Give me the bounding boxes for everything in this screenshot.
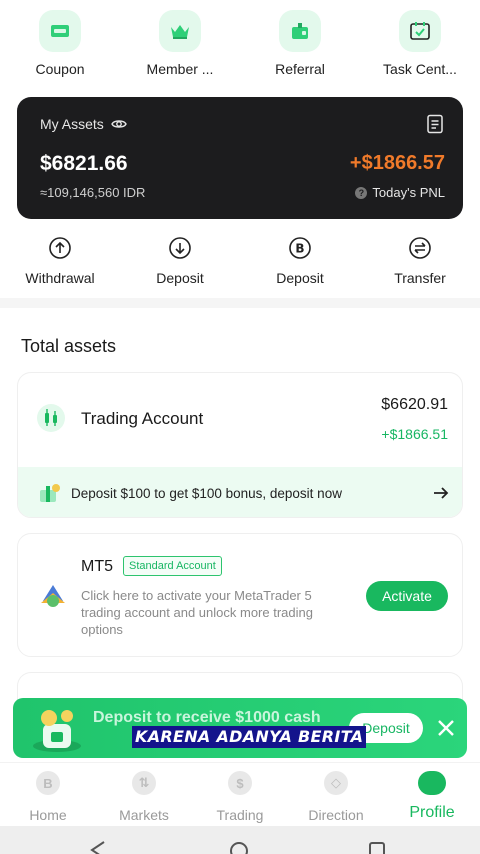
transfer-icon <box>408 236 432 260</box>
records-icon[interactable] <box>426 114 444 134</box>
candlestick-icon <box>37 404 65 432</box>
nav-label: Direction <box>308 807 364 823</box>
transfer-button[interactable]: Transfer <box>360 236 480 294</box>
video-caption: KARENA ADANYA BERITA <box>132 726 367 748</box>
shortcut-label: Task Cent... <box>383 61 457 77</box>
trading-icon: $ <box>228 771 252 795</box>
standard-account-badge: Standard Account <box>123 556 222 576</box>
mt5-description[interactable]: Click here to activate your MetaTrader 5… <box>81 587 351 638</box>
question-icon[interactable]: ? <box>355 186 368 199</box>
coupon-icon <box>39 10 81 52</box>
trading-account-card[interactable]: Trading Account $6620.91 +$1866.51 Depos… <box>17 372 463 518</box>
trading-account-balance: $6620.91 <box>381 396 448 413</box>
assets-balance: $6821.66 <box>40 152 128 175</box>
direction-icon: ◇ <box>324 771 348 795</box>
system-nav-bar <box>0 826 480 854</box>
nav-label: Markets <box>119 807 169 823</box>
nav-markets[interactable]: ⇅ Markets <box>96 763 192 826</box>
deposit-promo-text: Deposit $100 to get $100 bonus, deposit … <box>71 485 342 501</box>
nav-label: Profile <box>409 804 455 821</box>
total-assets-title: Total assets <box>21 336 117 356</box>
mt5-title: MT5 <box>81 558 113 575</box>
deposit-banner-text: Deposit to receive $1000 cash <box>93 709 321 726</box>
money-bag-icon <box>33 710 81 752</box>
upload-icon <box>48 236 72 260</box>
shortcut-referral[interactable]: Referral <box>240 10 360 82</box>
todays-pnl-value: +$1866.57 <box>349 152 445 174</box>
action-row: Withdrawal Deposit B Deposit Transfer <box>0 236 480 294</box>
deposit-button[interactable]: Deposit <box>120 236 240 294</box>
back-icon[interactable] <box>88 840 108 854</box>
bitcoin-icon: B <box>288 236 312 260</box>
trading-account-pnl: +$1866.51 <box>381 426 448 442</box>
action-label: Withdrawal <box>25 270 95 286</box>
assets-balance-idr: ≈109,146,560 IDR <box>40 185 146 200</box>
nav-label: Trading <box>216 807 264 823</box>
nav-profile[interactable]: Profile <box>384 763 480 826</box>
metatrader-logo-icon <box>41 585 65 607</box>
shortcut-row: Coupon Member ... Referral Task Cent... <box>0 10 480 82</box>
eye-icon[interactable] <box>111 116 127 132</box>
shortcut-label: Member ... <box>146 61 214 77</box>
nav-direction[interactable]: ◇ Direction <box>288 763 384 826</box>
todays-pnl-label: Today's PNL <box>372 185 445 200</box>
assets-title-row: My Assets <box>40 116 127 132</box>
markets-icon: ⇅ <box>132 771 156 795</box>
my-assets-card: My Assets $6821.66 ≈109,146,560 IDR +$18… <box>17 97 463 219</box>
bonus-gift-icon <box>40 484 60 502</box>
shortcut-member[interactable]: Member ... <box>120 10 240 82</box>
action-label: Deposit <box>276 270 324 286</box>
close-icon[interactable] <box>435 717 457 739</box>
gift-icon <box>279 10 321 52</box>
profile-icon <box>418 771 446 795</box>
bottom-nav: B Home ⇅ Markets $ Trading ◇ Direction P… <box>0 762 480 826</box>
crown-icon <box>159 10 201 52</box>
shortcut-task-center[interactable]: Task Cent... <box>360 10 480 82</box>
shortcut-label: Coupon <box>35 61 85 77</box>
trading-account-name: Trading Account <box>81 409 204 428</box>
nav-home[interactable]: B Home <box>0 763 96 826</box>
shortcut-coupon[interactable]: Coupon <box>0 10 120 82</box>
deposit-promo-strip[interactable]: Deposit $100 to get $100 bonus, deposit … <box>18 467 462 517</box>
home-icon: B <box>36 771 60 795</box>
shortcut-label: Referral <box>275 61 325 77</box>
todays-pnl-label-row: ? Today's PNL <box>355 185 445 200</box>
recents-icon[interactable] <box>368 840 386 854</box>
activate-button[interactable]: Activate <box>366 581 448 611</box>
download-icon <box>168 236 192 260</box>
action-label: Transfer <box>394 270 446 286</box>
svg-text:B: B <box>295 242 304 256</box>
nav-trading[interactable]: $ Trading <box>192 763 288 826</box>
section-divider <box>0 298 480 308</box>
calendar-check-icon <box>399 10 441 52</box>
arrow-right-icon[interactable] <box>432 484 450 502</box>
crypto-deposit-button[interactable]: B Deposit <box>240 236 360 294</box>
home-button-icon[interactable] <box>228 840 250 854</box>
nav-label: Home <box>29 807 67 823</box>
assets-title: My Assets <box>40 116 104 132</box>
withdrawal-button[interactable]: Withdrawal <box>0 236 120 294</box>
action-label: Deposit <box>156 270 204 286</box>
mt5-card: MT5 Standard Account Click here to activ… <box>17 533 463 657</box>
